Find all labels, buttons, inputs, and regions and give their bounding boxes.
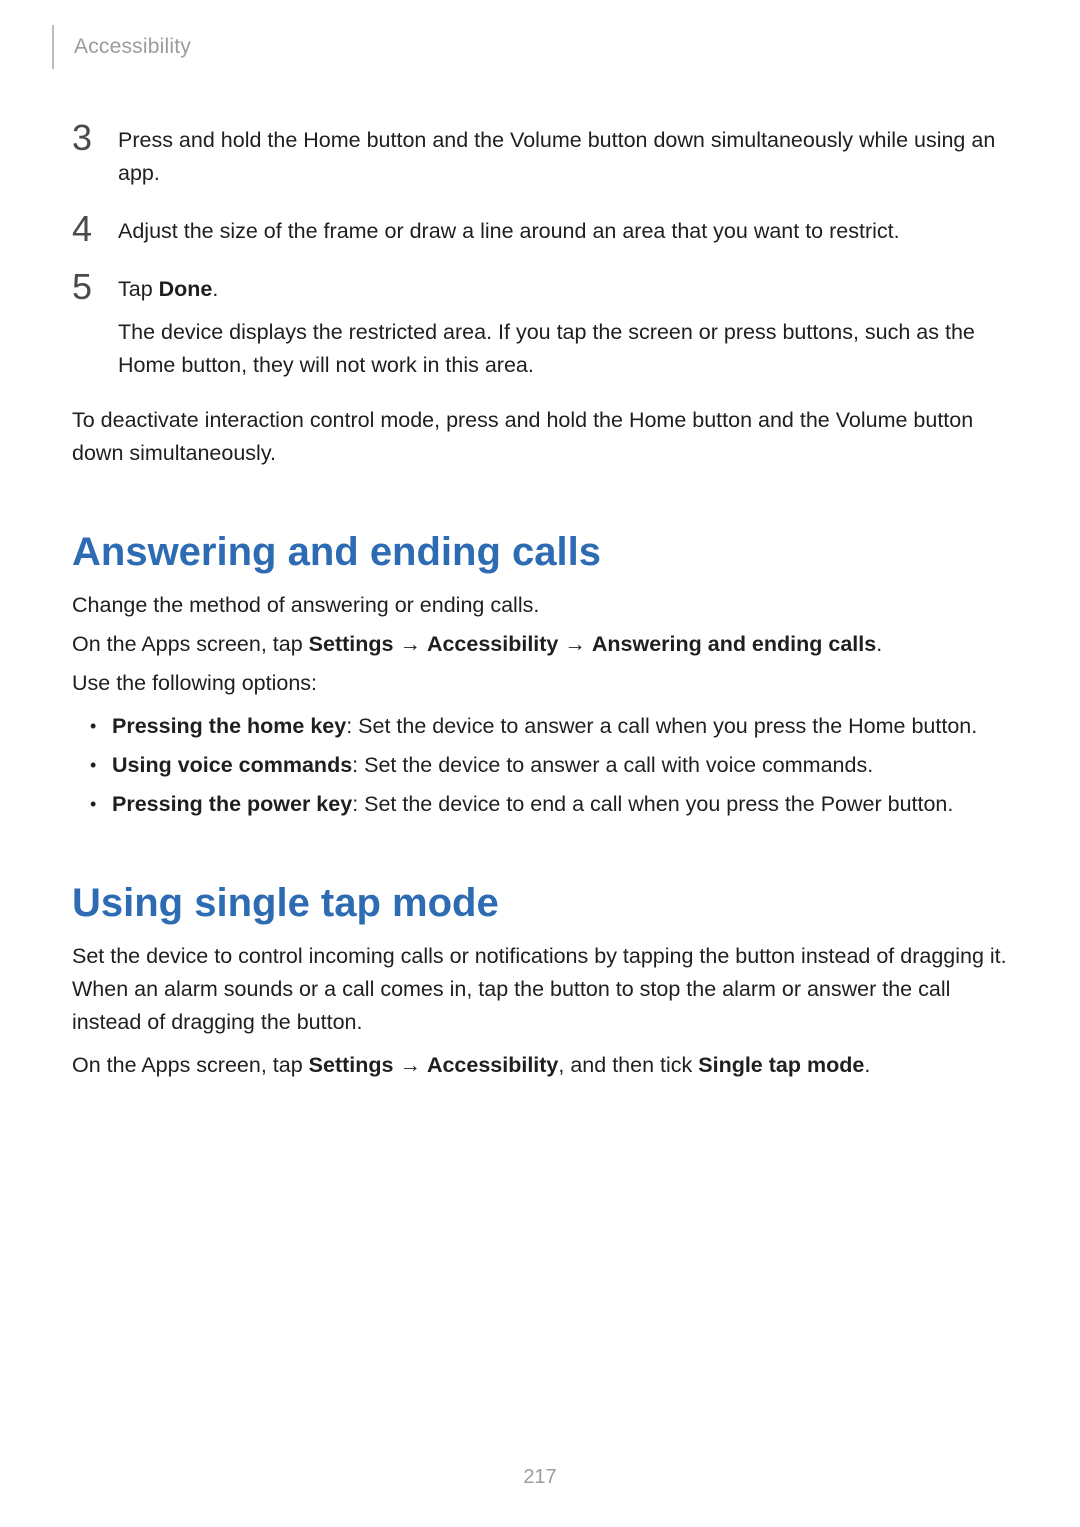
- page-header: Accessibility: [72, 35, 1008, 69]
- option-voice-commands: Using voice commands: Set the device to …: [72, 749, 1008, 782]
- nav-target: Answering and ending calls: [592, 632, 876, 656]
- option-power-desc: : Set the device to end a call when you …: [352, 792, 953, 816]
- option-voice-label: Using voice commands: [112, 753, 352, 777]
- stm-period: .: [864, 1053, 870, 1077]
- header-rule: [52, 25, 54, 69]
- stm-mid: , and then tick: [558, 1053, 698, 1077]
- section-title-answering: Answering and ending calls: [72, 530, 1008, 575]
- option-voice-desc: : Set the device to answer a call with v…: [352, 753, 873, 777]
- closing-paragraph: To deactivate interaction control mode, …: [72, 404, 1008, 470]
- stm-prefix: On the Apps screen, tap: [72, 1053, 309, 1077]
- answering-intro: Change the method of answering or ending…: [72, 589, 1008, 622]
- singletap-p1: Set the device to control incoming calls…: [72, 940, 1008, 1039]
- manual-page: Accessibility 3 Press and hold the Home …: [0, 0, 1080, 1527]
- nav-prefix: On the Apps screen, tap: [72, 632, 309, 656]
- step-number-5: 5: [72, 270, 118, 304]
- step-number-3: 3: [72, 121, 118, 155]
- step-5-tap: Tap: [118, 277, 159, 301]
- option-home-key-label: Pressing the home key: [112, 714, 346, 738]
- step-5-sub: The device displays the restricted area.…: [118, 316, 1008, 382]
- stm-target: Single tap mode: [698, 1053, 864, 1077]
- nav-accessibility: Accessibility: [427, 632, 558, 656]
- page-number: 217: [0, 1466, 1080, 1489]
- step-5-period: .: [212, 277, 218, 301]
- stm-arrow: →: [393, 1053, 426, 1077]
- step-4: 4 Adjust the size of the frame or draw a…: [72, 212, 1008, 248]
- nav-arrow-1: →: [393, 632, 426, 656]
- step-3: 3 Press and hold the Home button and the…: [72, 121, 1008, 190]
- option-power-key: Pressing the power key: Set the device t…: [72, 788, 1008, 821]
- step-5-body: Tap Done. The device displays the restri…: [118, 270, 1008, 382]
- step-5: 5 Tap Done. The device displays the rest…: [72, 270, 1008, 382]
- option-home-key-desc: : Set the device to answer a call when y…: [346, 714, 977, 738]
- section-title-singletap: Using single tap mode: [72, 881, 1008, 926]
- nav-period: .: [876, 632, 882, 656]
- singletap-nav-path: On the Apps screen, tap Settings → Acces…: [72, 1049, 1008, 1082]
- step-4-body: Adjust the size of the frame or draw a l…: [118, 212, 1008, 248]
- step-number-4: 4: [72, 212, 118, 246]
- answering-options-intro: Use the following options:: [72, 667, 1008, 700]
- option-power-label: Pressing the power key: [112, 792, 352, 816]
- step-3-body: Press and hold the Home button and the V…: [118, 121, 1008, 190]
- nav-arrow-2: →: [558, 632, 591, 656]
- stm-accessibility: Accessibility: [427, 1053, 558, 1077]
- stm-settings: Settings: [309, 1053, 394, 1077]
- answering-options-list: Pressing the home key: Set the device to…: [72, 710, 1008, 821]
- nav-settings: Settings: [309, 632, 394, 656]
- answering-nav-path: On the Apps screen, tap Settings → Acces…: [72, 628, 1008, 661]
- step-5-done: Done: [159, 277, 213, 301]
- option-home-key: Pressing the home key: Set the device to…: [72, 710, 1008, 743]
- header-section-name: Accessibility: [72, 35, 191, 58]
